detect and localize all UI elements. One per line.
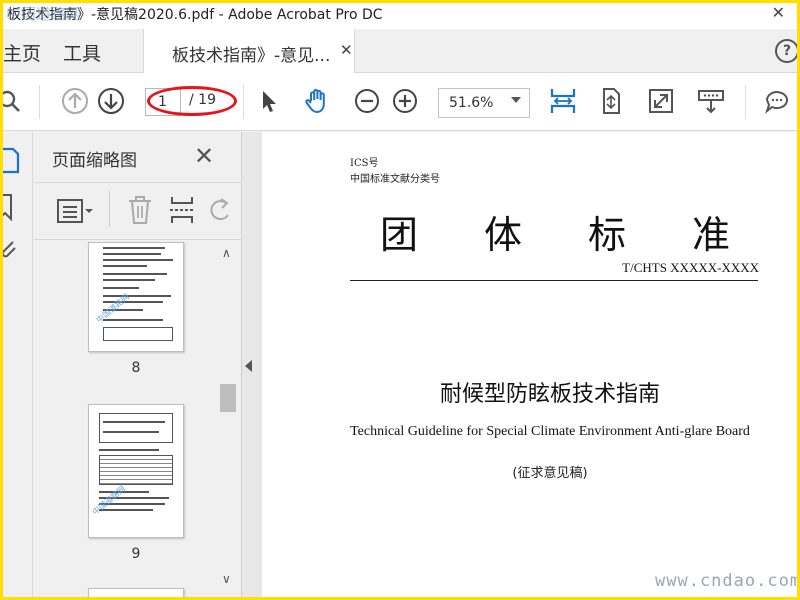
thumbnail-page-number: 9 [131,546,141,562]
zoom-level-value: 51.6% [449,95,494,111]
draft-note: (征求意见稿) [512,466,588,481]
toolbar-divider [243,85,244,119]
standard-type-char: 团 [380,213,419,257]
next-page-icon[interactable] [97,87,125,115]
tab-tools[interactable]: 工具 [63,39,101,66]
tab-document-label: 板技术指南》-意见... [172,46,331,66]
tab-document[interactable]: 板技术指南》-意见... ✕ [143,29,355,73]
collapse-arrow-icon [245,360,252,372]
thumbnail-list: 中国道路网 8 中国道路网 9 [34,242,216,597]
chevron-down-icon [511,97,521,103]
fit-width-icon[interactable] [549,87,577,115]
thumbnail-page[interactable] [88,588,184,597]
tab-bar: 主页 工具 板技术指南》-意见... ✕ ? [3,29,797,73]
window-close-icon[interactable]: ✕ [772,3,785,22]
tab-home[interactable]: 主页 [3,39,41,66]
app-window: 板技术指南》-意见稿2020.6.pdf - Adobe Acrobat Pro… [3,3,797,597]
fit-page-icon[interactable] [597,87,625,115]
extract-pages-icon[interactable] [168,195,196,225]
delete-page-icon[interactable] [126,195,154,225]
previous-page-icon[interactable] [61,87,89,115]
title-bar: 板技术指南》-意见稿2020.6.pdf - Adobe Acrobat Pro… [3,3,797,29]
standard-type-char: 标 [587,213,626,257]
help-icon[interactable]: ? [775,39,797,63]
thumbnail-scrollbar[interactable]: ∧ ∨ [216,242,238,597]
header-rule [350,280,758,281]
thumbnail-watermark: 中国道路网 [90,484,128,517]
standard-type-heading: 团 体 标 准 [350,204,760,259]
comment-icon[interactable] [763,87,791,115]
zoom-in-icon[interactable] [391,87,419,115]
standard-number: T/CHTS XXXXX-XXXX [622,260,759,275]
zoom-level-select[interactable]: 51.6% [438,88,530,118]
document-title-en: Technical Guideline for Special Climate … [350,424,750,439]
panel-collapse-handle[interactable] [242,132,256,597]
panel-title: 页面缩略图 [52,151,137,171]
zoom-out-icon[interactable] [353,87,381,115]
page-thumbnails-icon[interactable] [3,146,21,176]
site-watermark-bottom: www.cndao.com [655,571,797,591]
full-screen-icon[interactable] [647,87,675,115]
classification-label: 中国标准文献分类号 [350,174,440,185]
rotate-page-icon[interactable] [206,195,234,225]
thumbnail-page[interactable]: 中国道路网 [88,404,184,538]
attachment-icon[interactable] [3,236,17,262]
left-rail [3,132,33,597]
document-title-cn: 耐候型防眩板技术指南 [439,382,660,407]
ics-label: ICS号 [350,158,379,169]
toolbar-divider [745,85,746,119]
scrollbar-thumb[interactable] [220,384,236,412]
standard-type-char: 准 [691,213,730,257]
panel-close-icon[interactable]: ✕ [194,142,214,170]
bookmarks-icon[interactable] [3,192,17,222]
page-navigation: 1 / 19 [145,88,233,116]
panel-divider [109,191,110,227]
select-cursor-icon[interactable] [255,87,283,115]
standard-type-char: 体 [483,213,522,257]
document-viewport[interactable]: ICS号 中国标准文献分类号 团 体 标 准 T/CHTS XXXXX-XXXX… [256,132,797,597]
hand-tool-icon[interactable] [303,87,331,115]
toolbar: 1 / 19 51.6% [3,73,797,131]
toolbar-divider [39,85,40,119]
panel-toolbar [34,182,242,240]
read-mode-icon[interactable] [697,87,725,115]
site-watermark-top: 中国道路网 [6,5,82,23]
thumbnails-panel: 页面缩略图 ✕ 中国道路网 8 中国道路网 9 ∧ ∨ [34,132,242,597]
document-page: ICS号 中国标准文献分类号 团 体 标 准 T/CHTS XXXXX-XXXX… [262,132,797,597]
thumbnail-options-icon[interactable] [56,197,96,225]
scroll-down-icon[interactable]: ∨ [222,572,231,586]
tab-close-icon[interactable]: ✕ [340,41,353,59]
page-number-input[interactable]: 1 [145,88,181,116]
scroll-up-icon[interactable]: ∧ [222,246,231,260]
thumbnail-page[interactable]: 中国道路网 [88,242,184,352]
search-icon[interactable] [3,87,25,115]
thumbnail-page-number: 8 [131,360,141,376]
page-total: / 19 [189,92,216,108]
